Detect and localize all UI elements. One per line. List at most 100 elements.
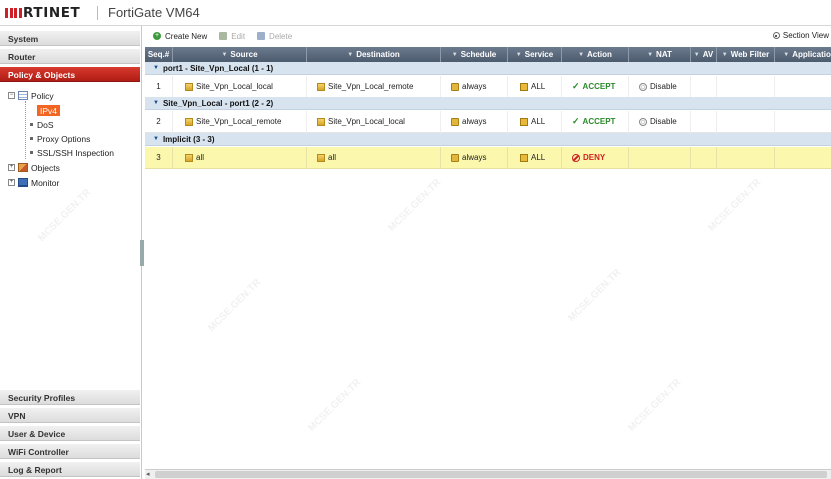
source-cell[interactable]: Site_Vpn_Local_local	[173, 75, 307, 98]
nav-user-device[interactable]: User & Device	[0, 425, 140, 441]
table-row[interactable]: 3 all all always ALL DENY	[145, 146, 831, 169]
tree-bullet-icon	[30, 137, 33, 140]
edit-button[interactable]: Edit	[219, 32, 245, 41]
fortinet-logo: RTINET	[5, 5, 80, 21]
schedule-cell[interactable]: always	[441, 75, 508, 98]
column-header-action[interactable]: ▼ Action	[562, 47, 629, 62]
column-header-service[interactable]: ▼ Service	[508, 47, 562, 62]
scrollbar-thumb[interactable]	[155, 471, 827, 478]
table-row[interactable]: 1 Site_Vpn_Local_local Site_Vpn_Local_re…	[145, 75, 831, 98]
filter-icon[interactable]: ▼	[452, 52, 458, 58]
edit-icon	[219, 32, 228, 40]
application-cell	[775, 147, 831, 169]
collapse-arrow-icon[interactable]: ▼	[153, 65, 159, 71]
action-cell[interactable]: DENY	[562, 146, 629, 169]
address-object-icon	[317, 117, 325, 126]
nav-system[interactable]: System	[0, 30, 140, 46]
policy-section-header[interactable]: ▼ Site_Vpn_Local - port1 (2 - 2)	[145, 97, 831, 110]
filter-icon[interactable]: ▼	[694, 52, 700, 58]
filter-icon[interactable]: ▼	[347, 52, 353, 58]
tree-label-ipv4: IPv4	[37, 105, 61, 116]
tree-item-dos[interactable]: DoS	[30, 118, 54, 131]
collapse-arrow-icon[interactable]: ▼	[153, 100, 159, 106]
schedule-cell[interactable]: always	[441, 110, 508, 133]
schedule-cell[interactable]: always	[441, 146, 508, 169]
tree-item-ssl-ssh[interactable]: SSL/SSH Inspection	[30, 146, 114, 159]
nat-disable-icon	[639, 117, 647, 126]
filter-icon[interactable]: ▼	[783, 52, 789, 58]
filter-icon[interactable]: ▼	[578, 52, 584, 58]
nat-disable-icon	[639, 82, 647, 91]
nav-wifi-controller[interactable]: WiFi Controller	[0, 443, 140, 459]
sidebar-collapse-handle[interactable]	[140, 240, 144, 266]
plus-icon: +	[153, 32, 161, 40]
web-filter-cell	[717, 146, 775, 169]
column-header-schedule[interactable]: ▼ Schedule	[441, 47, 508, 62]
column-header-nat[interactable]: ▼ NAT	[629, 47, 691, 62]
destination-cell[interactable]: Site_Vpn_Local_local	[307, 110, 441, 133]
tree-item-monitor[interactable]: + Monitor	[8, 176, 59, 189]
filter-icon[interactable]: ▼	[516, 52, 522, 58]
source-cell[interactable]: all	[173, 146, 307, 169]
filter-icon[interactable]: ▼	[722, 52, 728, 58]
service-icon	[520, 153, 528, 162]
address-object-icon	[185, 82, 193, 91]
action-cell[interactable]: ✓ ACCEPT	[562, 110, 629, 133]
av-cell	[691, 75, 717, 98]
nat-cell[interactable]: Disable	[629, 110, 691, 133]
nav-security-profiles[interactable]: Security Profiles	[0, 389, 140, 405]
service-icon	[520, 117, 528, 126]
application-cell	[775, 111, 831, 133]
column-header-av[interactable]: ▼ AV	[691, 47, 717, 62]
tree-item-ipv4[interactable]: IPv4	[30, 104, 61, 117]
policy-section-header[interactable]: ▼ Implicit (3 - 3)	[145, 133, 831, 146]
tree-item-objects[interactable]: + Objects	[8, 161, 60, 174]
collapse-toggle-icon[interactable]: −	[8, 92, 15, 99]
tree-bullet-icon	[30, 109, 33, 112]
product-name: FortiGate VM64	[108, 5, 200, 20]
filter-icon[interactable]: ▼	[221, 52, 227, 58]
tree-label-objects: Objects	[31, 162, 60, 173]
delete-button[interactable]: Delete	[257, 32, 292, 41]
create-new-button[interactable]: + Create New	[153, 32, 207, 41]
nav-log-report[interactable]: Log & Report	[0, 461, 140, 477]
web-filter-cell	[717, 110, 775, 133]
column-header-destination[interactable]: ▼ Destination	[307, 47, 441, 62]
filter-icon[interactable]: ▼	[647, 52, 653, 58]
action-cell[interactable]: ✓ ACCEPT	[562, 75, 629, 98]
expand-toggle-icon[interactable]: +	[8, 179, 15, 186]
nat-cell[interactable]: Disable	[629, 75, 691, 98]
destination-cell[interactable]: all	[307, 146, 441, 169]
table-row[interactable]: 2 Site_Vpn_Local_remote Site_Vpn_Local_l…	[145, 110, 831, 133]
service-cell[interactable]: ALL	[508, 146, 562, 169]
column-header-web-filter[interactable]: ▼ Web Filter	[717, 47, 775, 62]
schedule-icon	[451, 153, 459, 162]
expand-toggle-icon[interactable]: +	[8, 164, 15, 171]
scroll-left-icon[interactable]: ◂	[146, 470, 150, 478]
tree-item-policy[interactable]: − Policy	[8, 89, 54, 102]
column-header-application[interactable]: ▼Application	[775, 47, 831, 62]
application-cell	[775, 76, 831, 98]
main-content: + Create New Edit Delete Section View Se…	[145, 26, 831, 479]
service-cell[interactable]: ALL	[508, 75, 562, 98]
collapse-arrow-icon[interactable]: ▼	[153, 136, 159, 142]
source-cell[interactable]: Site_Vpn_Local_remote	[173, 110, 307, 133]
nav-router[interactable]: Router	[0, 48, 140, 64]
tree-item-proxy-options[interactable]: Proxy Options	[30, 132, 90, 145]
schedule-icon	[451, 117, 459, 126]
destination-cell[interactable]: Site_Vpn_Local_remote	[307, 75, 441, 98]
column-header-seq[interactable]: Seq.#	[145, 47, 173, 62]
tree-label-policy: Policy	[31, 90, 54, 101]
edit-label: Edit	[231, 31, 246, 41]
policy-icon	[18, 91, 28, 100]
column-header-source[interactable]: ▼ Source	[173, 47, 307, 62]
nav-vpn[interactable]: VPN	[0, 407, 140, 423]
brand-text: RTINET	[23, 5, 81, 21]
policy-section-header[interactable]: ▼ port1 - Site_Vpn_Local (1 - 1)	[145, 62, 831, 75]
horizontal-scrollbar[interactable]: ◂	[145, 469, 831, 479]
av-cell	[691, 110, 717, 133]
section-view-radio[interactable]: Section View	[772, 31, 829, 40]
nav-policy-objects[interactable]: Policy & Objects	[0, 66, 140, 82]
trash-icon	[257, 32, 266, 40]
service-cell[interactable]: ALL	[508, 110, 562, 133]
